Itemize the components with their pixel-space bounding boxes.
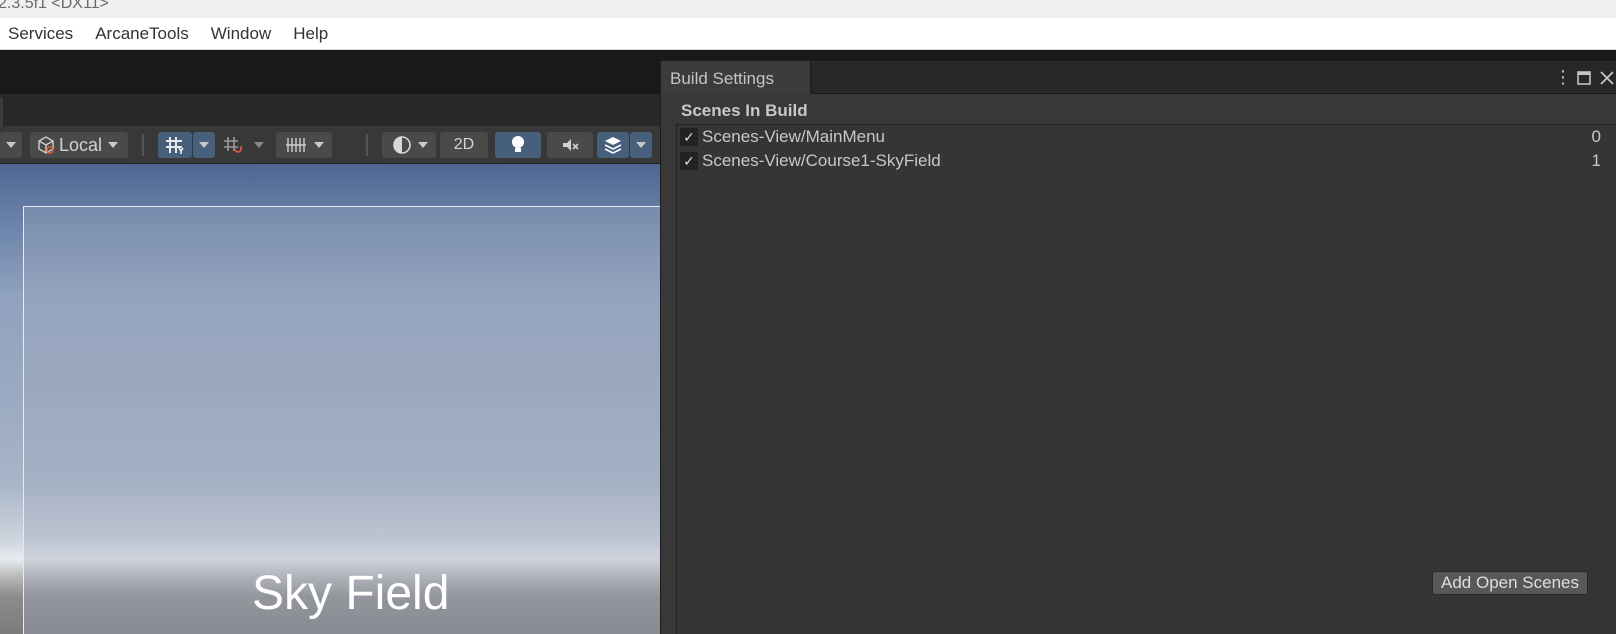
lightbulb-icon [512, 136, 524, 152]
build-settings-tab[interactable]: Build Settings [661, 61, 811, 94]
audio-mute-icon [563, 139, 579, 151]
grid-snapping-toggle[interactable] [158, 132, 192, 158]
pivot-mode-dropdown[interactable] [0, 132, 22, 158]
main-toolbar [0, 50, 660, 94]
scenes-in-build-list[interactable]: ✓ Scenes-View/MainMenu 0 ✓ Scenes-View/C… [676, 124, 1616, 634]
close-x-icon [1600, 71, 1614, 85]
scene-build-index: 1 [1591, 151, 1601, 170]
grid-visibility-dropdown[interactable] [276, 132, 332, 158]
menu-bar: Services ArcaneTools Window Help [0, 18, 1616, 50]
scene-list-item[interactable]: ✓ Scenes-View/MainMenu 0 [677, 125, 1616, 149]
increment-snap-toggle[interactable] [218, 132, 248, 158]
chevron-down-icon [636, 142, 646, 148]
magnet-grid-icon [224, 137, 242, 153]
add-open-scenes-button[interactable]: Add Open Scenes [1432, 571, 1588, 595]
window-title: 2.3.5f1 <DX11> [0, 0, 109, 12]
chevron-down-icon [254, 142, 264, 148]
scene-path: Scenes-View/Course1-SkyField [702, 151, 941, 170]
chevron-down-icon [417, 142, 428, 148]
scene-include-checkbox[interactable]: ✓ [680, 152, 698, 170]
build-settings-tab-bar: Build Settings ⋮ [661, 61, 1616, 94]
maximize-icon[interactable] [1576, 67, 1592, 90]
scenes-in-build-label: Scenes In Build [681, 101, 808, 120]
scene-effects-toggle[interactable] [597, 132, 629, 158]
more-options-icon[interactable]: ⋮ [1554, 67, 1572, 87]
window-titlebar: 2.3.5f1 <DX11> [0, 0, 1616, 18]
game-title-text: Sky Field [252, 567, 450, 620]
menu-window[interactable]: Window [200, 18, 282, 50]
grid-snap-icon [166, 137, 184, 154]
toolbar-separator [142, 134, 144, 156]
menu-help[interactable]: Help [282, 18, 339, 50]
menu-arcanetools[interactable]: ArcaneTools [84, 18, 200, 50]
close-icon[interactable] [1599, 67, 1615, 90]
maximize-square-icon [1577, 71, 1591, 85]
increment-snap-dropdown[interactable] [250, 132, 268, 158]
scene-build-index: 0 [1591, 127, 1601, 146]
scene-path: Scenes-View/MainMenu [702, 127, 885, 146]
draw-mode-dropdown[interactable] [382, 132, 436, 158]
scene-lighting-toggle[interactable] [495, 132, 541, 158]
cube-icon [38, 136, 54, 154]
2d-mode-label: 2D [453, 136, 475, 153]
pivot-rotation-dropdown[interactable]: Local [30, 132, 128, 158]
scene-tab-bar [0, 94, 660, 126]
chevron-down-icon [6, 142, 16, 148]
chevron-down-icon [108, 142, 119, 148]
scene-include-checkbox[interactable]: ✓ [680, 128, 698, 146]
grid-snapping-dropdown[interactable] [193, 132, 215, 158]
layers-icon [604, 137, 622, 154]
chevron-down-icon [314, 142, 324, 148]
scene-list-item[interactable]: ✓ Scenes-View/Course1-SkyField 1 [677, 149, 1616, 173]
build-settings-window: Build Settings ⋮ Scenes In Build ✓ Scene… [660, 60, 1616, 634]
toolbar-separator [366, 134, 368, 156]
scene-view-toolbar: Local 2D [0, 126, 660, 164]
scene-viewport[interactable]: Sky Field [0, 164, 660, 634]
scene-audio-toggle[interactable] [547, 132, 593, 158]
pivot-rotation-label: Local [59, 134, 103, 155]
chevron-down-icon [199, 142, 209, 148]
shading-sphere-icon [392, 136, 411, 154]
grid-icon [286, 138, 306, 152]
scene-tab[interactable] [0, 98, 3, 126]
scene-effects-dropdown[interactable] [630, 132, 652, 158]
2d-mode-toggle[interactable]: 2D [440, 132, 488, 158]
menu-services[interactable]: Services [0, 18, 84, 50]
